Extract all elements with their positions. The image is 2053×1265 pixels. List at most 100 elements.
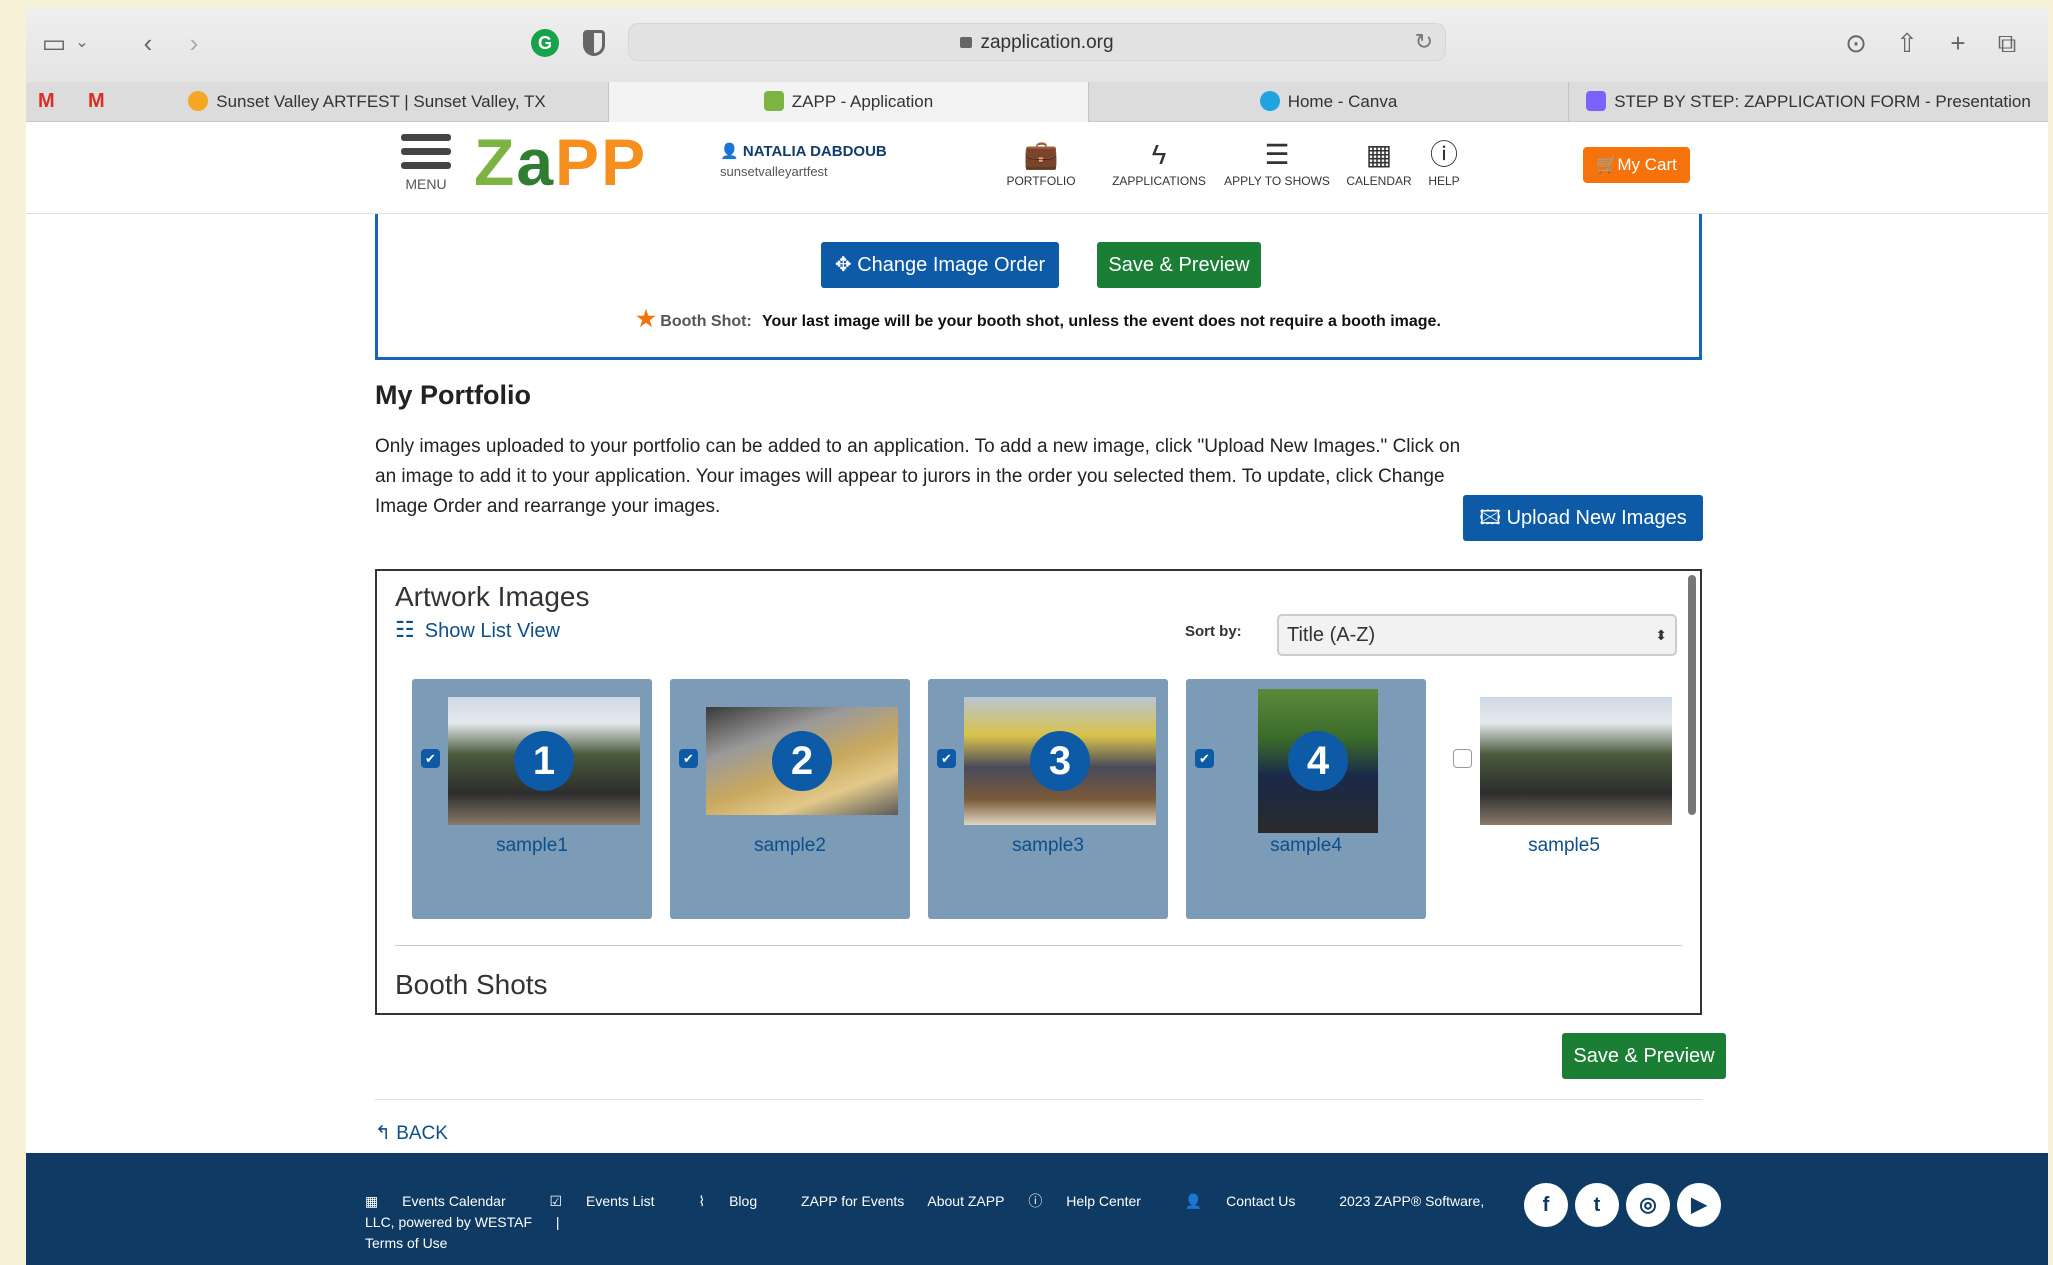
image-checkbox[interactable]: ✔ <box>679 749 698 768</box>
grammarly-icon[interactable]: G <box>531 29 559 57</box>
info-icon: ⓘ <box>1429 139 1458 170</box>
back-arrow-icon[interactable]: ‹ <box>136 28 160 58</box>
booth-shots-title: Booth Shots <box>395 969 548 1000</box>
image-thumbnail[interactable]: 2 <box>706 707 898 815</box>
change-image-order-button[interactable]: ✥ Change Image Order <box>821 242 1059 288</box>
portfolio-description: Only images uploaded to your portfolio c… <box>375 436 1461 517</box>
zapp-favicon-icon <box>763 91 784 111</box>
image-card[interactable]: ✔ 4 sample4 <box>1186 679 1426 919</box>
browser-window: ▭ ⌄ ‹ › G zapplication.org ↻ ⊙ ⇧ + ⧉ M M… <box>26 8 2048 1265</box>
image-thumbnail[interactable]: 4 <box>1258 689 1378 833</box>
sort-select[interactable]: Title (A-Z) ⬍ <box>1277 614 1677 656</box>
lightning-icon: ϟ <box>1151 139 1167 170</box>
tab-overview-icon[interactable]: ⧉ <box>1992 28 2022 58</box>
checklist-icon: ☑ <box>549 1193 566 1209</box>
my-cart-button[interactable]: 🛒My Cart <box>1583 147 1690 183</box>
nav-help[interactable]: ⓘ HELP <box>1422 139 1466 189</box>
reload-icon[interactable]: ↻ <box>1415 29 1433 55</box>
logo-z: Z <box>474 125 517 199</box>
user-name: NATALIA DABDOUB <box>742 143 887 160</box>
tab-canva[interactable]: Home - Canva <box>1089 82 1569 122</box>
image-checkbox[interactable] <box>1453 749 1472 768</box>
logo-pp: PP <box>555 125 648 199</box>
nav-calendar[interactable]: ▦ CALENDAR <box>1341 140 1417 189</box>
image-card[interactable]: ✔ 2 sample2 <box>670 679 910 919</box>
nav-apply-to-shows[interactable]: ☰ APPLY TO SHOWS <box>1222 140 1332 189</box>
tab-bar: M M Sunset Valley ARTFEST | Sunset Valle… <box>26 82 2048 122</box>
calendar-icon: ▦ <box>365 1193 383 1209</box>
share-icon[interactable]: ⇧ <box>1892 28 1922 58</box>
image-caption: sample4 <box>1270 835 1342 856</box>
nav-portfolio[interactable]: 💼 PORTFOLIO <box>1001 140 1081 189</box>
instagram-icon[interactable]: ◎ <box>1626 1183 1670 1227</box>
select-arrows-icon: ⬍ <box>1655 627 1667 643</box>
footer-link-about-zapp[interactable]: About ZAPP <box>927 1193 1004 1209</box>
page-title: My Portfolio <box>375 380 531 410</box>
image-checkbox[interactable]: ✔ <box>421 749 440 768</box>
show-list-view-link[interactable]: ☷ Show List View <box>395 617 560 643</box>
user-account[interactable]: 👤 NATALIA DABDOUB sunsetvalleyartfest <box>720 142 887 179</box>
chevron-down-icon[interactable]: ⌄ <box>72 28 92 58</box>
image-card[interactable]: ✔ 1 sample1 <box>412 679 652 919</box>
save-preview-button-bottom[interactable]: Save & Preview <box>1562 1033 1726 1079</box>
zapp-logo[interactable]: ZaPP <box>474 122 647 202</box>
image-checkbox[interactable]: ✔ <box>1195 749 1214 768</box>
url-text: zapplication.org <box>980 32 1114 53</box>
image-thumbnail[interactable]: 3 <box>964 697 1156 825</box>
image-card[interactable]: sample5 <box>1444 679 1684 919</box>
artwork-images-panel: Artwork Images ☷ Show List View Sort by: … <box>375 569 1702 1015</box>
gmail-pinned-tab-icon[interactable]: M <box>88 90 105 113</box>
gmail-pinned-tab-icon[interactable]: M <box>38 90 55 113</box>
hamburger-icon-bar <box>401 148 451 155</box>
logo-a: a <box>516 125 556 199</box>
list-icon: ☷ <box>395 617 415 642</box>
nav-zapplications[interactable]: ϟ ZAPPLICATIONS <box>1109 139 1209 189</box>
user-icon: 👤 <box>1184 1193 1207 1209</box>
footer-links: ▦ Events Calendar ☑ Events List ⌇ Blog Z… <box>365 1191 1505 1254</box>
save-preview-button-top[interactable]: Save & Preview <box>1097 242 1261 288</box>
footer-copyright: 2023 ZAPP® Software, LLC, powered by WES… <box>365 1193 1485 1230</box>
lock-icon <box>960 37 973 48</box>
image-upload-icon: 🖾 <box>1479 507 1507 529</box>
footer-link-blog[interactable]: ⌇ Blog <box>698 1193 777 1209</box>
sidebar-toggle-icon[interactable]: ▭ <box>40 28 68 58</box>
site-footer: ▦ Events Calendar ☑ Events List ⌇ Blog Z… <box>26 1153 2048 1265</box>
youtube-icon[interactable]: ▶ <box>1677 1183 1721 1227</box>
rss-icon: ⌇ <box>698 1193 710 1209</box>
booth-shot-text: Your last image will be your booth shot,… <box>761 313 1441 330</box>
image-checkbox[interactable]: ✔ <box>937 749 956 768</box>
back-link[interactable]: ↰ BACK <box>375 1122 448 1145</box>
image-thumbnail[interactable] <box>1480 697 1672 825</box>
forward-arrow-icon[interactable]: › <box>182 28 206 58</box>
footer-link-contact-us[interactable]: 👤 Contact Us <box>1185 1193 1316 1209</box>
panel-scrollbar[interactable] <box>1688 575 1696 815</box>
tab-sunset-valley[interactable]: Sunset Valley ARTFEST | Sunset Valley, T… <box>126 82 609 122</box>
address-bar[interactable]: zapplication.org ↻ <box>628 23 1446 61</box>
tab-presentation[interactable]: STEP BY STEP: ZAPPLICATION FORM - Presen… <box>1569 82 2048 122</box>
footer-separator: | <box>555 1214 560 1230</box>
image-thumbnail[interactable]: 1 <box>448 697 640 825</box>
new-tab-icon[interactable]: + <box>1943 28 1973 58</box>
footer-link-zapp-for-events[interactable]: ZAPP for Events <box>801 1193 904 1209</box>
hamburger-icon-bar <box>401 162 451 169</box>
menu-button[interactable]: MENU <box>398 134 454 194</box>
upload-new-images-button[interactable]: 🖾 Upload New Images <box>1463 495 1703 541</box>
privacy-shield-icon[interactable] <box>583 30 605 56</box>
footer-link-terms[interactable]: Terms of Use <box>365 1235 447 1251</box>
twitter-icon[interactable]: t <box>1575 1183 1619 1227</box>
image-caption: sample2 <box>754 835 826 856</box>
cart-icon: 🛒 <box>1596 155 1618 174</box>
footer-link-events-list[interactable]: ☑ Events List <box>550 1193 675 1209</box>
image-card[interactable]: ✔ 3 sample3 <box>928 679 1168 919</box>
tab-zapp-application[interactable]: ZAPP - Application <box>609 82 1089 122</box>
facebook-icon[interactable]: f <box>1524 1183 1568 1227</box>
browser-toolbar: ▭ ⌄ ‹ › G zapplication.org ↻ ⊙ ⇧ + ⧉ <box>26 8 2048 82</box>
image-order-box: ✥ Change Image Order Save & Preview ★ Bo… <box>375 214 1702 360</box>
user-handle: sunsetvalleyartfest <box>720 164 828 179</box>
order-badge: 3 <box>1030 731 1090 791</box>
footer-link-events-calendar[interactable]: ▦ Events Calendar <box>365 1193 526 1209</box>
download-icon[interactable]: ⊙ <box>1841 28 1871 58</box>
footer-link-help-center[interactable]: ⓘ Help Center <box>1028 1193 1161 1209</box>
move-icon: ✥ <box>834 254 858 276</box>
sort-select-value: Title (A-Z) <box>1287 624 1376 646</box>
